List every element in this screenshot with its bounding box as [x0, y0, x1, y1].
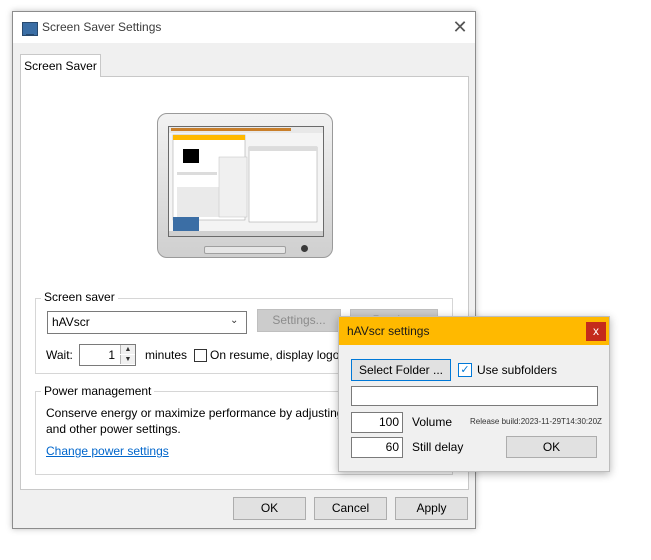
preview-screen [168, 126, 324, 237]
cancel-button[interactable]: Cancel [314, 497, 387, 520]
screen-saver-select[interactable]: hAVscr ⌄ [47, 311, 247, 334]
minutes-label: minutes [145, 348, 188, 362]
wait-stepper[interactable]: 1 ▲ ▼ [79, 344, 136, 366]
still-delay-label: Still delay [412, 440, 464, 454]
wait-label: Wait: [46, 348, 73, 362]
spin-down-icon[interactable]: ▼ [120, 355, 135, 364]
power-group-label: Power management [41, 384, 155, 398]
selected-screen-saver: hAVscr [52, 315, 90, 329]
chevron-down-icon: ⌄ [230, 315, 239, 326]
still-delay-value: 60 [385, 440, 399, 454]
screen-saver-group-label: Screen saver [41, 290, 118, 304]
popup-close-icon[interactable]: x [586, 322, 606, 341]
title-bar: Screen Saver Settings ✕ [13, 12, 475, 43]
ok-button[interactable]: OK [233, 497, 306, 520]
wait-value: 1 [108, 348, 115, 362]
popup-title-bar: hAVscr settings x [339, 317, 609, 345]
resume-checkbox[interactable] [194, 349, 207, 362]
spin-up-icon[interactable]: ▲ [120, 345, 135, 354]
close-icon[interactable]: ✕ [447, 15, 473, 39]
havscr-settings-dialog: hAVscr settings x Select Folder ... ✓ Us… [338, 316, 610, 472]
popup-title: hAVscr settings [347, 324, 430, 338]
use-subfolders-label: Use subfolders [477, 363, 558, 377]
still-delay-field[interactable]: 60 [351, 437, 403, 458]
monitor-preview [157, 113, 333, 258]
select-folder-button[interactable]: Select Folder ... [351, 359, 451, 381]
apply-button[interactable]: Apply [395, 497, 468, 520]
monitor-slot [204, 246, 286, 254]
popup-ok-button[interactable]: OK [506, 436, 597, 458]
power-led [301, 245, 308, 252]
release-build-label: Release build:2023-11-29T14:30:20Z [470, 417, 602, 426]
change-power-settings-link[interactable]: Change power settings [46, 444, 169, 458]
window-title: Screen Saver Settings [42, 20, 162, 34]
volume-label: Volume [412, 415, 453, 429]
tab-screen-saver[interactable]: Screen Saver [20, 54, 101, 77]
volume-field[interactable]: 100 [351, 412, 403, 433]
settings-button[interactable]: Settings... [257, 309, 341, 332]
preview-thumbnail [169, 127, 323, 236]
folder-path-field[interactable] [351, 386, 598, 406]
use-subfolders-checkbox[interactable]: ✓ [458, 363, 472, 377]
volume-value: 100 [378, 415, 399, 429]
monitor-icon [22, 22, 38, 36]
